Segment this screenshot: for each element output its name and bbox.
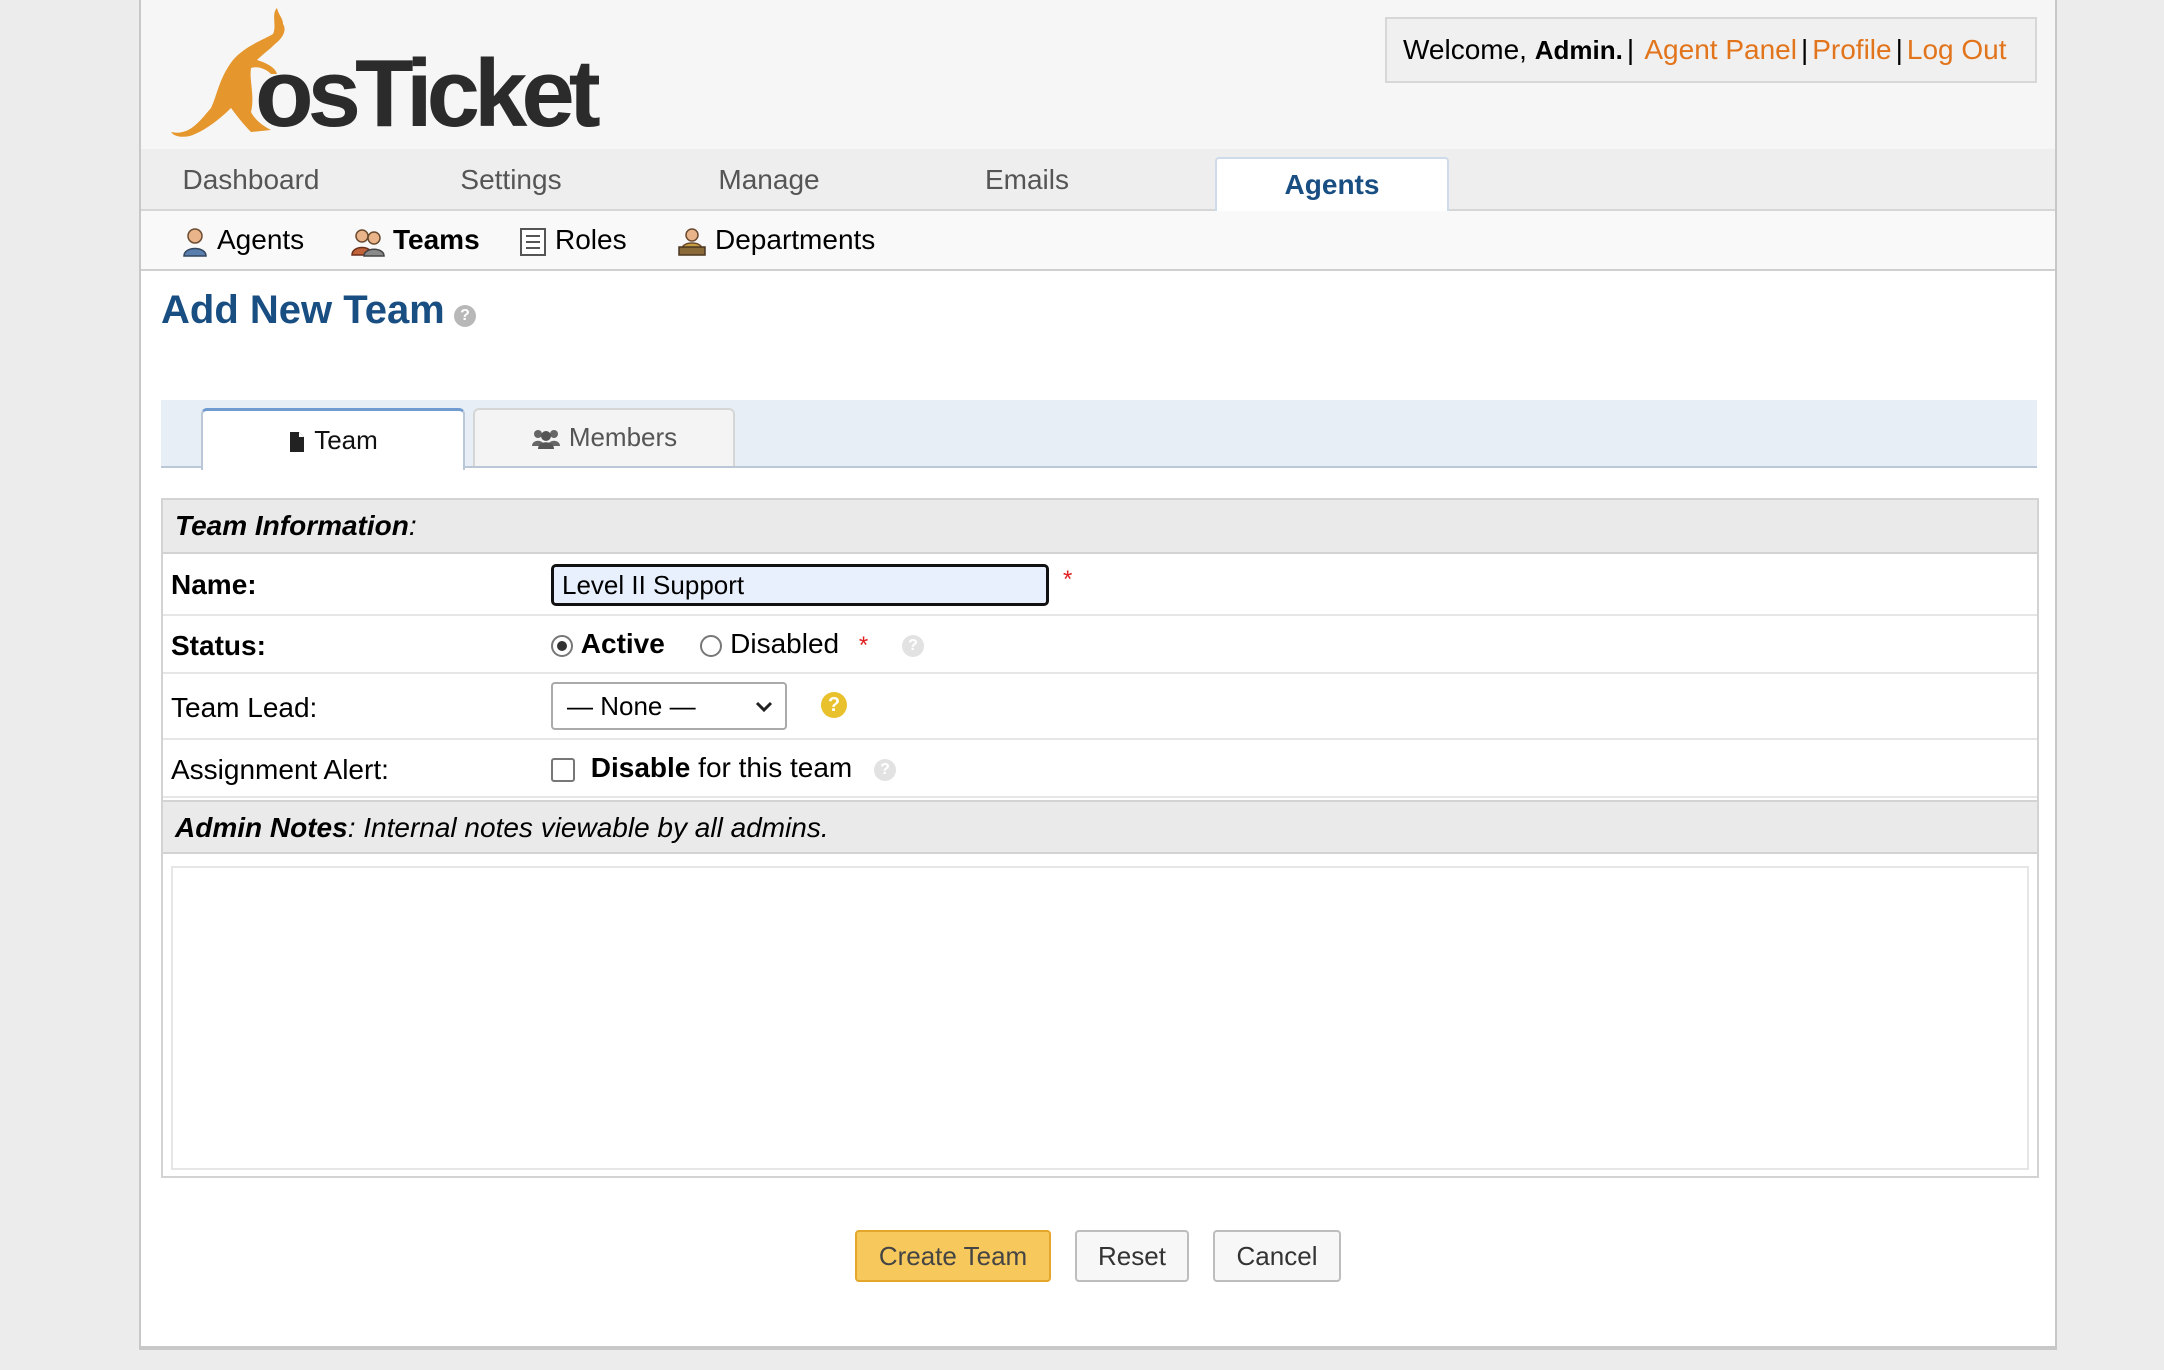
- team-lead-label: Team Lead:: [171, 692, 318, 723]
- tab-team[interactable]: Team: [201, 408, 465, 470]
- welcome-text: Welcome,: [1403, 34, 1527, 65]
- nav-emails[interactable]: Emails: [935, 149, 1119, 211]
- chevron-down-icon: [755, 701, 773, 713]
- page-container: osTicket Welcome, Admin. | Agent Panel | Pr…: [139, 0, 2057, 1350]
- help-icon[interactable]: ?: [874, 758, 897, 781]
- name-label: Name:: [171, 569, 257, 600]
- help-icon[interactable]: ?: [821, 692, 847, 718]
- subnav-departments[interactable]: Departments: [677, 211, 875, 269]
- row-status: Status: Active Disabled * ?: [163, 616, 2037, 674]
- subnav-departments-label: Departments: [715, 224, 876, 255]
- section-title: Team Information: [175, 510, 409, 541]
- notes-hint: : Internal notes viewable by all admins.: [347, 812, 829, 843]
- help-icon[interactable]: ?: [902, 634, 925, 657]
- section-admin-notes: Admin Notes: Internal notes viewable by …: [163, 800, 2037, 854]
- nav-agents[interactable]: Agents: [1215, 157, 1449, 213]
- agent-icon: [183, 227, 207, 257]
- status-disabled-radio[interactable]: [700, 634, 723, 657]
- subnav-roles-label: Roles: [555, 224, 627, 255]
- main-nav: Dashboard Settings Manage Emails Agents: [141, 149, 2055, 213]
- osticket-logo[interactable]: osTicket: [159, 4, 601, 144]
- status-active-label: Active: [580, 628, 665, 659]
- row-name: Name: Level II Support *: [163, 554, 2037, 616]
- tab-team-label: Team: [314, 425, 378, 455]
- teams-icon: [351, 228, 385, 257]
- disable-alert-checkbox[interactable]: [551, 757, 575, 782]
- subnav-teams-label: Teams: [393, 224, 480, 255]
- status-active-radio[interactable]: [551, 634, 573, 657]
- status-disabled-label: Disabled: [730, 628, 840, 659]
- team-lead-value: — None —: [567, 691, 696, 721]
- users-icon: [531, 430, 560, 450]
- agent-panel-link[interactable]: Agent Panel: [1644, 34, 1797, 65]
- file-icon: [290, 432, 305, 453]
- row-assignment-alert: Assignment Alert: Disable for this team …: [163, 740, 2037, 798]
- user-info-bar: Welcome, Admin. | Agent Panel | Profile | Log…: [1385, 17, 2037, 83]
- team-form: Team Information: Name: Level II Support…: [161, 498, 2039, 1178]
- section-suffix: :: [408, 510, 417, 541]
- profile-link[interactable]: Profile: [1812, 34, 1891, 65]
- alert-rest-text: for this team: [698, 752, 853, 783]
- team-lead-select[interactable]: — None —: [551, 682, 787, 730]
- page-title: Add New Team: [161, 288, 445, 332]
- logo-text: osTicket: [255, 40, 601, 147]
- nav-manage[interactable]: Manage: [677, 149, 861, 211]
- username: Admin.: [1534, 35, 1623, 65]
- section-team-information: Team Information:: [163, 500, 2037, 554]
- create-team-button[interactable]: Create Team: [855, 1230, 1051, 1282]
- separator: |: [1800, 34, 1809, 65]
- status-options: Active Disabled * ?: [551, 628, 925, 660]
- status-label: Status:: [171, 630, 266, 661]
- required-mark: *: [858, 632, 869, 659]
- cancel-button[interactable]: Cancel: [1213, 1230, 1341, 1282]
- name-input[interactable]: Level II Support: [551, 564, 1049, 606]
- form-tabs: Team Members: [161, 400, 2037, 470]
- subnav-roles[interactable]: Roles: [519, 211, 627, 269]
- departments-icon: [678, 227, 706, 256]
- help-icon[interactable]: ?: [454, 305, 476, 327]
- notes-title: Admin Notes: [175, 812, 348, 843]
- log-out-link[interactable]: Log Out: [1907, 34, 2007, 65]
- subnav-agents[interactable]: Agents: [181, 211, 304, 269]
- alert-bold-text: Disable: [590, 752, 691, 783]
- separator: |: [1895, 34, 1903, 65]
- assignment-alert-label: Assignment Alert:: [171, 754, 389, 785]
- row-team-lead: Team Lead: — None — ?: [163, 674, 2037, 740]
- admin-notes-textarea[interactable]: [171, 866, 2029, 1170]
- sub-nav: Agents Teams Roles Departments: [141, 211, 2055, 271]
- subnav-agents-label: Agents: [217, 224, 305, 255]
- tab-members-label: Members: [568, 422, 678, 452]
- assignment-alert-option: Disable for this team ?: [551, 752, 897, 784]
- reset-button[interactable]: Reset: [1075, 1230, 1189, 1282]
- tab-members[interactable]: Members: [473, 408, 735, 466]
- separator: |: [1626, 34, 1635, 65]
- nav-dashboard[interactable]: Dashboard: [159, 149, 343, 211]
- roles-icon: [520, 227, 546, 256]
- header: osTicket Welcome, Admin. | Agent Panel | Pr…: [141, 0, 2055, 149]
- subnav-teams[interactable]: Teams: [351, 211, 480, 269]
- required-mark: *: [1063, 566, 1073, 593]
- nav-settings[interactable]: Settings: [419, 149, 603, 211]
